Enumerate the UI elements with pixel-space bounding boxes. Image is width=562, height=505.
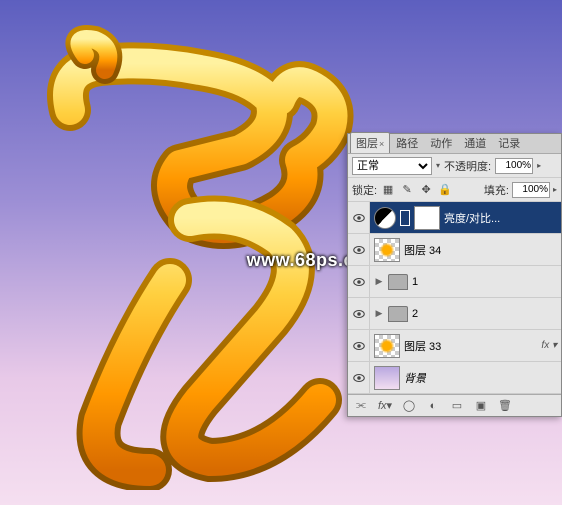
- lock-position-icon[interactable]: ✥: [418, 182, 434, 198]
- folder-thumbnail: [388, 274, 408, 290]
- tab-actions[interactable]: 动作: [424, 132, 458, 153]
- canvas-background: www.68ps.com 图层× 路径 动作 通道 记录 正常 ▾ 不透明度: …: [0, 0, 562, 505]
- layer-list: 亮度/对比... 图层 34 ▶ 1: [348, 202, 561, 394]
- eye-icon: [352, 275, 366, 289]
- tab-history[interactable]: 记录: [492, 132, 526, 153]
- visibility-toggle[interactable]: [348, 362, 370, 393]
- layer-name: 图层 33: [404, 338, 441, 354]
- layer-name: 图层 34: [404, 242, 441, 258]
- adjustment-thumbnail: [374, 207, 396, 229]
- layer-thumbnail: [374, 334, 400, 358]
- layer-name: 亮度/对比...: [444, 210, 500, 226]
- layer-row-folder[interactable]: ▶ 2: [348, 298, 561, 330]
- lock-pixels-icon[interactable]: ✎: [399, 182, 415, 198]
- eye-icon: [352, 339, 366, 353]
- visibility-toggle[interactable]: [348, 234, 370, 265]
- layer-name: 背景: [404, 370, 426, 386]
- eye-icon: [352, 371, 366, 385]
- eye-icon: [352, 211, 366, 225]
- layer-thumbnail: [374, 366, 400, 390]
- new-layer-icon[interactable]: ▣: [472, 398, 490, 414]
- tab-paths[interactable]: 路径: [390, 132, 424, 153]
- layer-row[interactable]: 图层 34: [348, 234, 561, 266]
- fx-badge[interactable]: fx ▾: [541, 340, 561, 351]
- delete-icon[interactable]: 🗑: [496, 398, 514, 414]
- expand-triangle-icon[interactable]: ▶: [374, 308, 384, 319]
- adjustment-icon[interactable]: ◐: [424, 398, 442, 414]
- layer-row-background[interactable]: 背景: [348, 362, 561, 394]
- tab-layers[interactable]: 图层×: [350, 132, 390, 153]
- link-layers-icon[interactable]: ⫘: [352, 398, 370, 414]
- panel-footer: ⫘ fx▾ ◯ ◐ ▭ ▣ 🗑: [348, 394, 561, 416]
- mask-icon[interactable]: ◯: [400, 398, 418, 414]
- eye-icon: [352, 307, 366, 321]
- panel-tabs: 图层× 路径 动作 通道 记录: [348, 134, 561, 154]
- link-icon: [400, 210, 410, 226]
- layer-name: 1: [412, 276, 418, 288]
- expand-triangle-icon[interactable]: ▶: [374, 276, 384, 287]
- eye-icon: [352, 243, 366, 257]
- lock-label: 锁定:: [352, 182, 377, 198]
- lock-fill-row: 锁定: ▦ ✎ ✥ 🔒 填充: ▸: [348, 178, 561, 202]
- tab-channels[interactable]: 通道: [458, 132, 492, 153]
- layer-row-adjustment[interactable]: 亮度/对比...: [348, 202, 561, 234]
- new-folder-icon[interactable]: ▭: [448, 398, 466, 414]
- fill-label: 填充:: [484, 182, 509, 198]
- opacity-label: 不透明度:: [444, 158, 491, 174]
- tab-close-icon[interactable]: ×: [379, 139, 384, 149]
- opacity-input[interactable]: [495, 158, 533, 174]
- folder-thumbnail: [388, 306, 408, 322]
- blend-opacity-row: 正常 ▾ 不透明度: ▸: [348, 154, 561, 178]
- lock-transparency-icon[interactable]: ▦: [380, 182, 396, 198]
- opacity-arrow-icon[interactable]: ▸: [537, 161, 541, 170]
- layer-row[interactable]: 图层 33 fx ▾: [348, 330, 561, 362]
- tab-label: 图层: [356, 138, 378, 150]
- mask-thumbnail: [414, 206, 440, 230]
- dropdown-arrow-icon[interactable]: ▾: [436, 161, 440, 170]
- layer-thumbnail: [374, 238, 400, 262]
- layers-panel: 图层× 路径 动作 通道 记录 正常 ▾ 不透明度: ▸ 锁定: ▦ ✎ ✥ 🔒…: [347, 133, 562, 417]
- visibility-toggle[interactable]: [348, 202, 370, 233]
- fill-input[interactable]: [512, 182, 550, 198]
- layer-row-folder[interactable]: ▶ 1: [348, 266, 561, 298]
- fill-arrow-icon[interactable]: ▸: [553, 185, 557, 194]
- layer-name: 2: [412, 308, 418, 320]
- blend-mode-select[interactable]: 正常: [352, 157, 432, 175]
- fx-icon[interactable]: fx▾: [376, 398, 394, 414]
- visibility-toggle[interactable]: [348, 266, 370, 297]
- visibility-toggle[interactable]: [348, 330, 370, 361]
- visibility-toggle[interactable]: [348, 298, 370, 329]
- lock-all-icon[interactable]: 🔒: [437, 182, 453, 198]
